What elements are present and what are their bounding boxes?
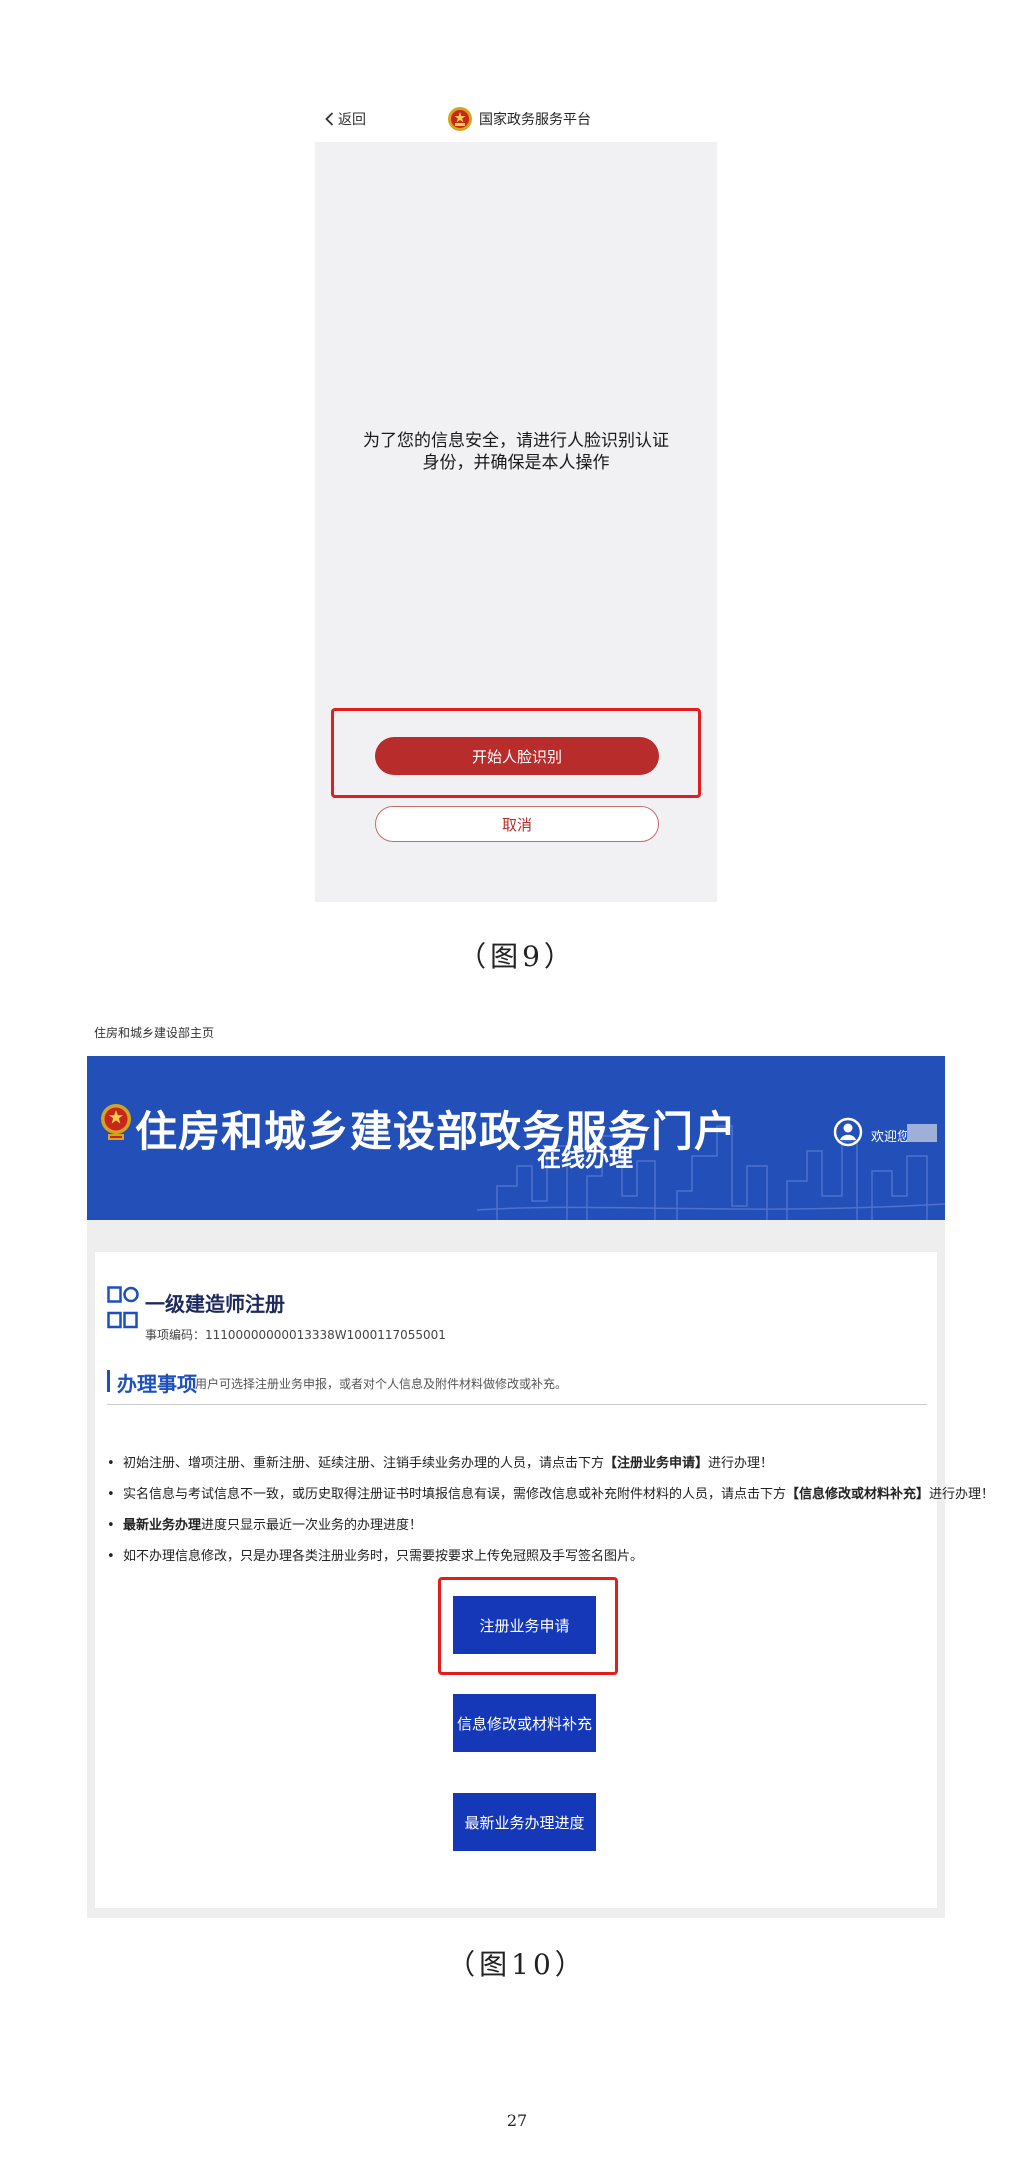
- security-message: 为了您的信息安全，请进行人脸识别认证 身份，并确保是本人操作: [335, 430, 697, 474]
- divider: [107, 1404, 927, 1405]
- phone-header: 返回 国家政务服务平台: [315, 96, 717, 142]
- figure-caption: （图9）: [458, 940, 576, 973]
- online-service-label: 在线办理: [537, 1144, 633, 1172]
- back-button[interactable]: 返回: [325, 109, 366, 129]
- portal-screenshot: 住房和城乡建设部政务服务门户 在线办理 欢迎您 一级建造师注册 事项编码：111…: [87, 1056, 994, 1918]
- cancel-button[interactable]: 取消: [375, 806, 659, 842]
- latest-progress-button[interactable]: 最新业务办理进度: [453, 1793, 596, 1851]
- service-code: 事项编码：11100000000013338W100011705500​1: [145, 1326, 446, 1343]
- breadcrumb[interactable]: 住房和城乡建设部主页: [94, 1024, 214, 1041]
- section-title: 办理事项: [117, 1372, 197, 1396]
- list-item: 初始注册、增项注册、重新注册、延续注册、注销手续业务办理的人员，请点击下方【注册…: [107, 1448, 927, 1479]
- section-description: 用户可选择注册业务申报，或者对个人信息及附件材料做修改或补充。: [195, 1377, 568, 1391]
- platform-header: 国家政务服务平台: [447, 105, 591, 133]
- start-face-recognition-button[interactable]: 开始人脸识别: [375, 737, 659, 775]
- list-item: 实名信息与考试信息不一致，或历史取得注册证书时填报信息有误，需修改信息或补充附件…: [107, 1479, 994, 1510]
- page-number: 27: [506, 2111, 528, 2130]
- service-code-value: 11100000000013338W100011705500​1: [205, 1328, 446, 1342]
- portal-title: 住房和城乡建设部政务服务门户: [135, 1107, 738, 1156]
- list-item: 最新业务办理进度只显示最近一次业务的办理进度！: [107, 1510, 927, 1541]
- face-recognition-screen: 返回 国家政务服务平台 为了您的信息安全，请进行人脸识别认证 身份，并确保是本人…: [315, 96, 717, 902]
- welcome-text: 欢迎您: [871, 1130, 911, 1145]
- service-card: 一级建造师注册 事项编码：11100000000013338W100011705…: [95, 1252, 994, 1908]
- security-message-line2: 身份，并确保是本人操作: [422, 453, 610, 473]
- security-message-line1: 为了您的信息安全，请进行人脸识别认证: [363, 431, 669, 451]
- grid-icon: [107, 1286, 139, 1329]
- registration-application-button[interactable]: 注册业务申请: [453, 1596, 596, 1654]
- portal-banner: 住房和城乡建设部政务服务门户 在线办理 欢迎您: [87, 1056, 945, 1220]
- masked-username: [907, 1124, 937, 1142]
- national-emblem-icon: [448, 107, 472, 131]
- chevron-left-icon: [325, 112, 334, 126]
- info-modification-button[interactable]: 信息修改或材料补充: [453, 1694, 596, 1752]
- service-name: 一级建造师注册: [145, 1292, 285, 1316]
- list-item: 如不办理信息修改，只是办理各类注册业务时，只需要按要求上传免冠照及手写签名图片。: [107, 1541, 927, 1572]
- notice-list: 初始注册、增项注册、重新注册、延续注册、注销手续业务办理的人员，请点击下方【注册…: [107, 1448, 994, 1572]
- figure-caption: （图10）: [447, 1948, 587, 1981]
- national-emblem-icon: [101, 1104, 131, 1140]
- section-marker: [107, 1370, 110, 1392]
- platform-title: 国家政务服务平台: [479, 112, 591, 128]
- user-icon[interactable]: [833, 1112, 863, 1152]
- back-label: 返回: [338, 112, 366, 128]
- service-code-label: 事项编码：: [145, 1328, 206, 1342]
